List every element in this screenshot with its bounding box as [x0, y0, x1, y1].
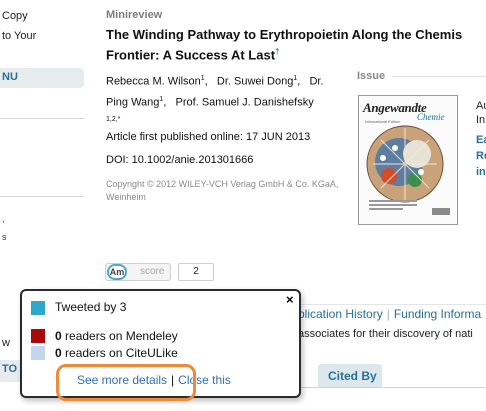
mendeley-swatch-icon: [31, 329, 45, 343]
title-footnote-link[interactable]: †: [275, 47, 279, 56]
author-name[interactable]: Prof. Samuel J. Danishefsky: [176, 96, 314, 108]
tab-underline: [298, 387, 486, 388]
sidebar-link-copy[interactable]: Copy: [2, 10, 28, 22]
see-more-details-link[interactable]: See more details: [77, 373, 167, 387]
copyright-notice: Copyright © 2012 WILEY-VCH Verlag GmbH &…: [106, 179, 339, 202]
author-list: Rebecca M. Wilson1, Dr. Suwei Dong1, Dr.…: [106, 75, 324, 124]
twitter-swatch-icon: [31, 301, 45, 315]
altmetric-donut: Am: [107, 264, 127, 280]
citeulike-text: readers on CiteULike: [65, 346, 178, 360]
tweeted-count: Tweeted by 3: [55, 300, 127, 314]
publication-date: Article first published online: 17 JUN 2…: [106, 131, 311, 143]
altmetric-score-label: score: [140, 266, 165, 277]
issue-side-link[interactable]: Ea: [476, 134, 486, 146]
title-line-2: Frontier: A Success At Last: [106, 47, 276, 63]
tab-funding-information[interactable]: Funding Informa: [394, 307, 481, 321]
close-icon[interactable]: ×: [286, 292, 294, 307]
sidebar-section-label: TO: [2, 363, 18, 375]
title-line-1: The Winding Pathway to Erythropoietin Al…: [106, 27, 463, 42]
mendeley-readers: 0 readers on Mendeley: [55, 329, 178, 343]
article-info-links: blication History | Funding Informa: [298, 307, 482, 321]
altmetric-badge[interactable]: Am score: [105, 263, 171, 281]
issue-label: Issue: [357, 70, 386, 82]
abstract-snippet: associates for their discovery of nati: [298, 328, 473, 340]
altmetric-popup: × Tweeted by 3 0 readers on Mendeley 0 r…: [20, 289, 301, 398]
section-label: Minireview: [106, 9, 163, 21]
close-this-link[interactable]: Close this: [178, 373, 231, 387]
tab-divider: [298, 304, 486, 305]
author-affiliation: 1,2,*: [106, 116, 121, 124]
author-name[interactable]: Rebecca M. Wilson: [106, 76, 201, 88]
issue-side-text: Au: [476, 100, 486, 112]
journal-cover-image[interactable]: Angewandte Chemie International Edition: [358, 95, 458, 225]
popup-footer: See more details | Close this: [77, 373, 231, 387]
sidebar-menu-label: NU: [2, 71, 18, 83]
author-affiliation: 1: [159, 95, 164, 103]
author-name[interactable]: Dr. Suwei Dong: [217, 76, 293, 88]
doi: DOI: 10.1002/anie.201301666: [106, 154, 254, 166]
sidebar-divider: [0, 196, 84, 197]
citeulike-swatch-icon: [31, 346, 45, 360]
publisher-logo: [432, 208, 450, 215]
tab-cited-by-label: Cited By: [328, 369, 377, 383]
sidebar-link-to-your[interactable]: to Your: [2, 30, 36, 42]
sidebar-divider: [0, 118, 84, 119]
sidebar-menu-bar[interactable]: NU: [0, 68, 84, 88]
article-title: The Winding Pathway to Erythropoietin Al…: [106, 26, 486, 63]
author-affiliation: 1: [293, 75, 298, 82]
mendeley-count: 0: [55, 329, 62, 343]
issue-divider: [392, 76, 486, 77]
issue-side-link[interactable]: Re: [476, 150, 486, 162]
citeulike-readers: 0 readers on CiteULike: [55, 346, 178, 360]
issue-side-link[interactable]: in: [476, 166, 486, 178]
sidebar-item-w[interactable]: w: [2, 337, 10, 349]
author-affiliation: 1: [200, 75, 205, 82]
sidebar-bullet: ,: [2, 214, 5, 224]
cover-caption: [369, 200, 417, 218]
tab-cited-by[interactable]: Cited By: [318, 364, 382, 387]
sidebar-bullet: s: [2, 232, 7, 242]
altmetric-score-count: 2: [178, 263, 214, 281]
issue-side-text: In: [476, 114, 486, 126]
mendeley-text: readers on Mendeley: [65, 329, 178, 343]
tab-publication-history[interactable]: blication History: [298, 307, 383, 321]
citeulike-count: 0: [55, 346, 62, 360]
